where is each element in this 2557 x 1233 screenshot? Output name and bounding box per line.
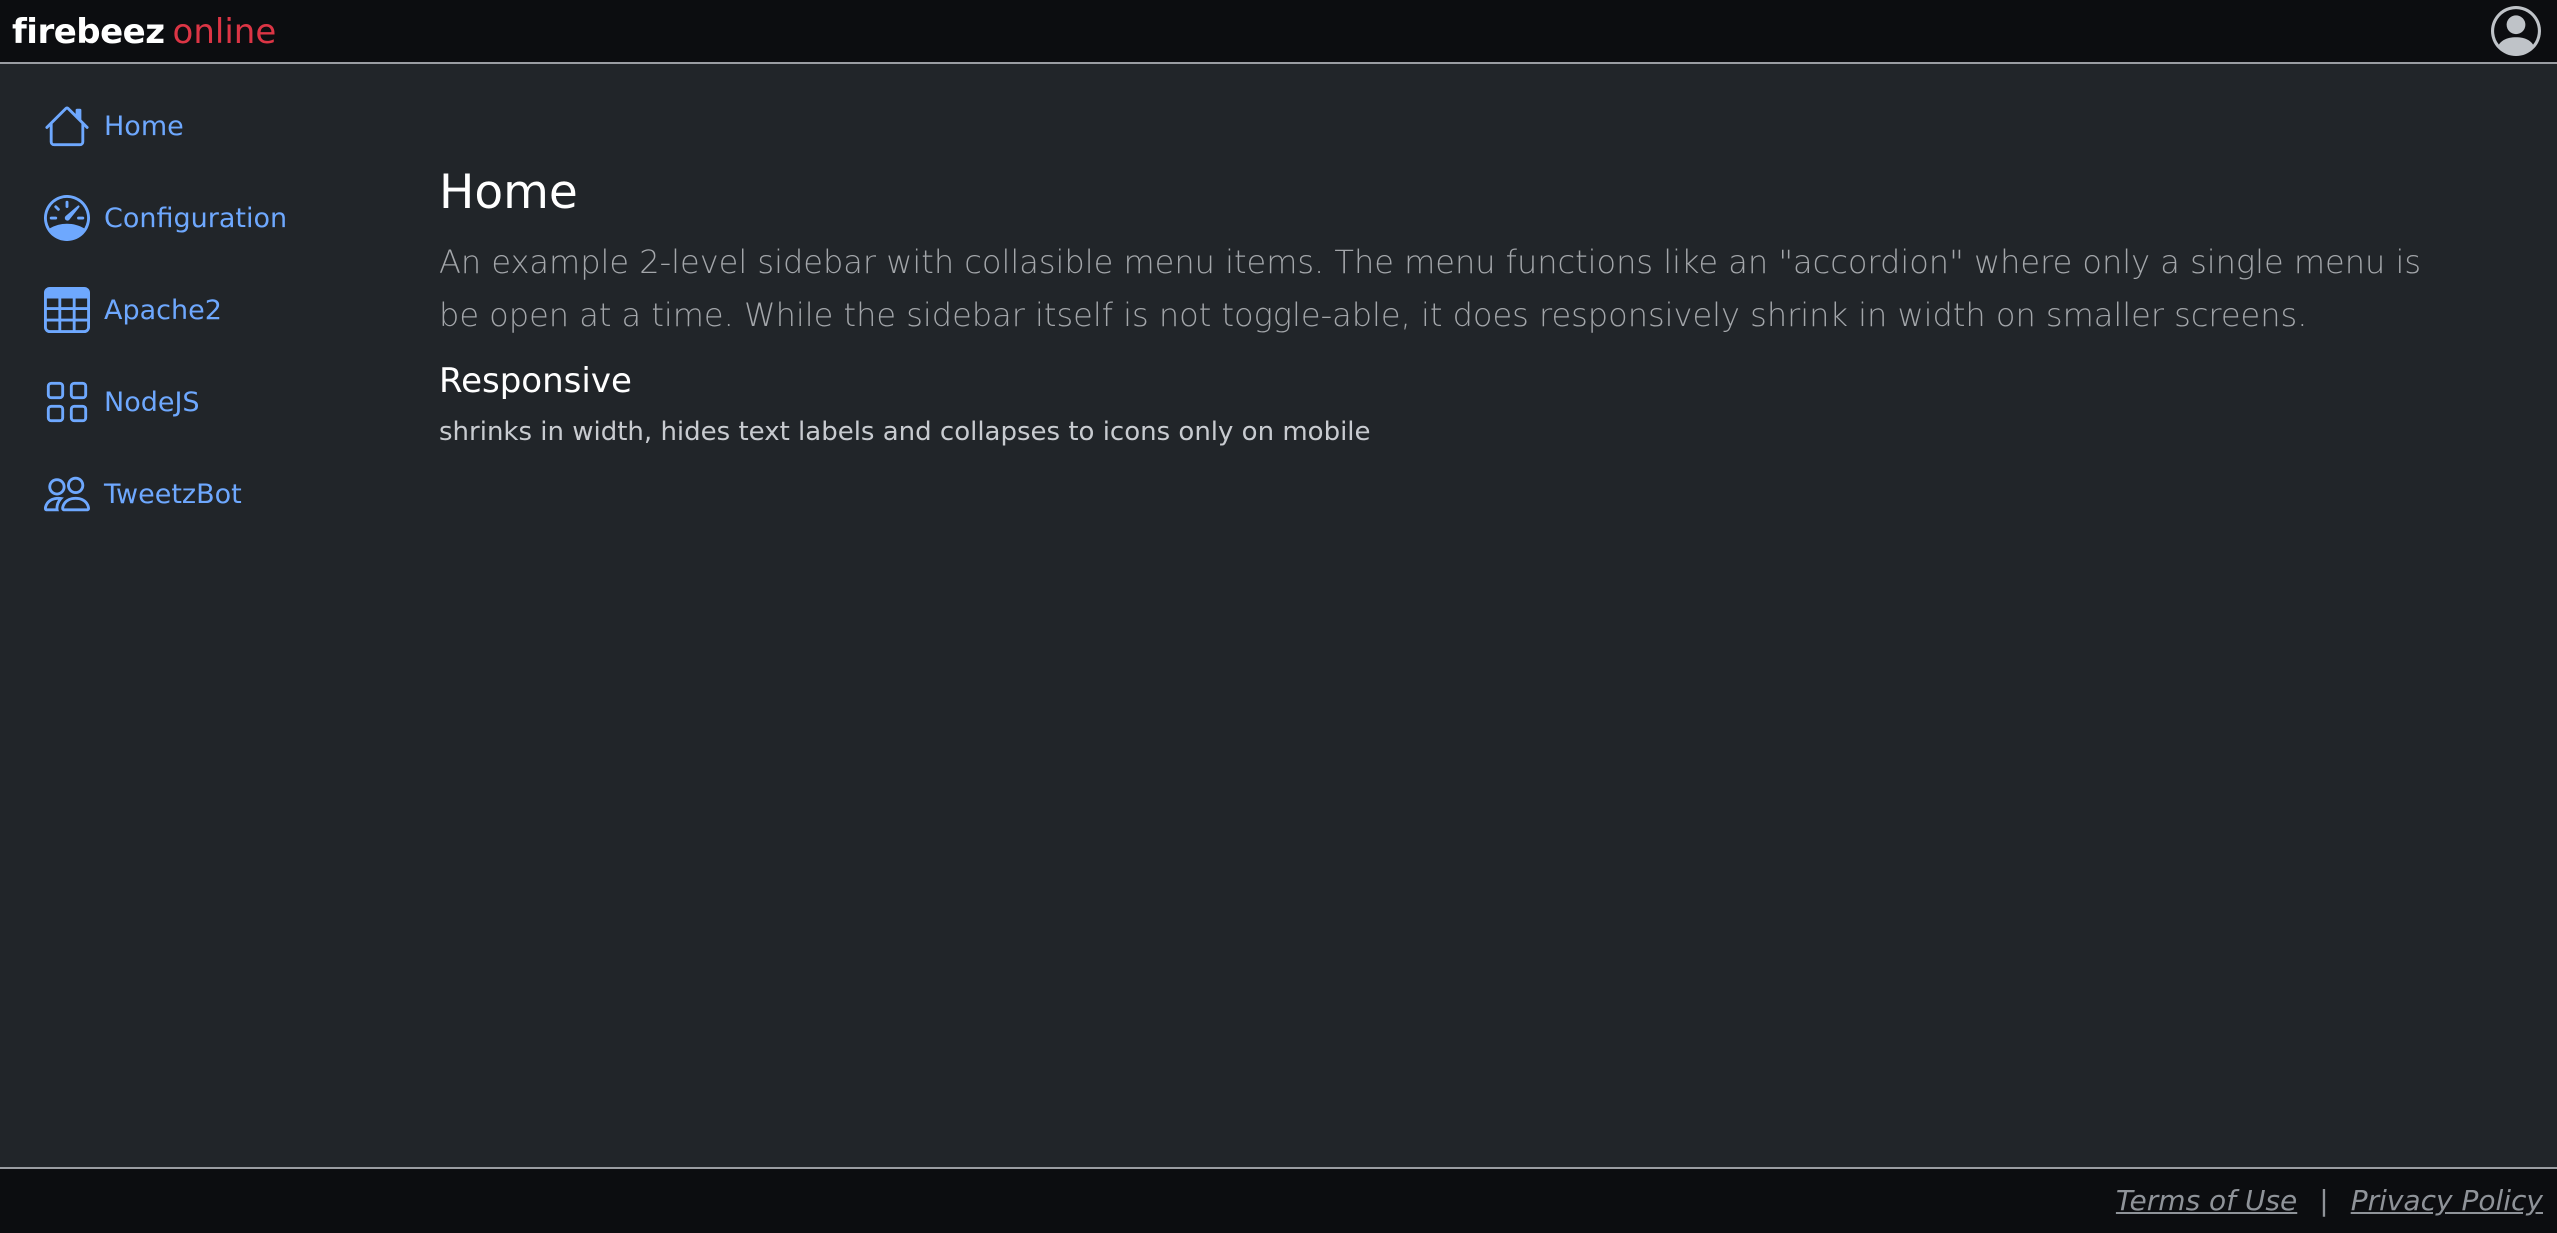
brand-logo[interactable]: firebeez online [12,8,276,56]
speedometer-icon [44,195,90,241]
sidebar-item-tweetzbot[interactable]: TweetzBot [44,464,242,524]
footer-separator: | [2319,1184,2329,1217]
grid-icon [46,381,88,423]
sidebar-item-label: NodeJS [104,386,200,418]
sidebar-item-home[interactable]: Home [44,96,184,156]
lead-paragraph: An example 2-level sidebar with collasib… [439,243,2422,334]
sidebar-item-nodejs[interactable]: NodeJS [44,372,200,432]
brand-name-bold: firebeez [12,12,165,52]
footer: Terms of Use | Privacy Policy [0,1167,2557,1233]
sidebar-item-label: Configuration [104,202,288,234]
user-avatar-button[interactable] [2491,6,2541,56]
section-text: shrinks in width, hides text labels and … [439,417,1371,447]
footer-links: Terms of Use | Privacy Policy [2116,1181,2543,1221]
person-circle-icon [2491,6,2541,56]
sidebar-item-apache2[interactable]: Apache2 [44,280,222,340]
section-title: Responsive [439,361,632,401]
top-navbar: firebeez online [0,0,2557,64]
sidebar-item-label: Apache2 [104,294,222,326]
page-title: Home [439,165,578,220]
sidebar-item-configuration[interactable]: Configuration [44,188,287,248]
brand-name-light: online [172,12,277,52]
people-icon [44,476,90,512]
table-icon [44,287,90,333]
house-icon [45,106,89,147]
sidebar-item-label: TweetzBot [104,478,242,510]
terms-of-use-link[interactable]: Terms of Use [2116,1184,2297,1217]
main-content: Home An example 2-level sidebar with col… [439,160,2479,452]
privacy-policy-link[interactable]: Privacy Policy [2351,1184,2543,1217]
sidebar-item-label: Home [104,110,184,142]
